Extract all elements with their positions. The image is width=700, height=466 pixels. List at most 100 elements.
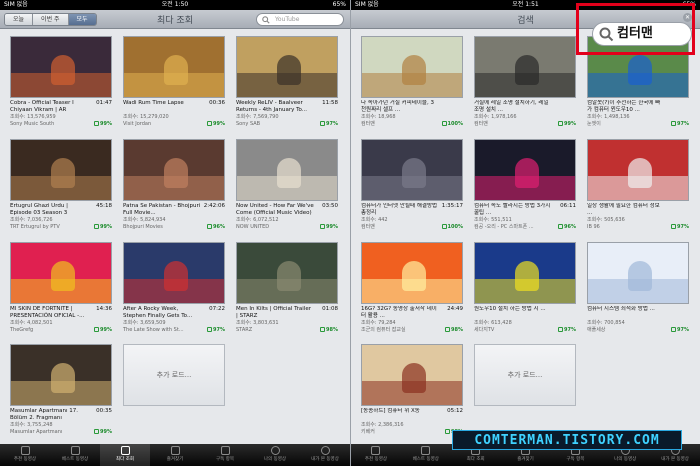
- video-card[interactable]: MI SKIN DE FORTNITE | PRESENTACIÓN OFICI…: [10, 242, 112, 333]
- video-card[interactable]: 일상 생활에 필요한 컴퓨터 정보 ... 조회수: 505,636 IB 96 97…: [587, 139, 689, 230]
- video-card[interactable]: 다 속아가던 거실 커피테이블, 3천원짜리 셀프 ... 조회수: 18,968…: [361, 36, 463, 127]
- tab-favorites[interactable]: 즐겨찾기: [150, 444, 200, 466]
- tab-label: 내가 본 동영상: [311, 457, 339, 462]
- video-card[interactable]: Now United - How Far We've Come (Officia…: [236, 139, 338, 230]
- tab-label: 추천 동영상: [364, 457, 387, 462]
- video-card[interactable]: Weekly ReLIV - Baalveer Returns - 4th Ja…: [236, 36, 338, 127]
- video-title: 다 속아가던 거실 커피테이블, 3천원짜리 셀프 ...: [361, 100, 434, 113]
- video-card[interactable]: Men In Kilts | Official Trailer | STARZ 0…: [236, 242, 338, 333]
- video-title: 컴알못(?)이 추천하는 한국에 빠가 컴퓨터 윈도우10 ...: [587, 100, 661, 113]
- thumbs-up-icon: [207, 223, 213, 229]
- video-thumbnail[interactable]: [236, 242, 338, 304]
- video-thumbnail[interactable]: [236, 36, 338, 98]
- video-thumbnail[interactable]: [10, 344, 112, 406]
- title-row: Patna Se Pakistan - Bhojpuri Full Movie.…: [123, 203, 225, 217]
- video-card[interactable]: Ertugrul Ghazi Urdu | Episode 03 Season …: [10, 139, 112, 230]
- thumbs-up-icon: [558, 326, 564, 332]
- tab-label: 베스트 동영상: [61, 457, 89, 462]
- video-title: 거실에 레일 조명 설치하기, 레일 조명 설치 ...: [474, 100, 549, 113]
- video-card[interactable]: 컴퓨터 속도 빨라지는 방법 3가지 꿀팁 ... 06:11 조회수: 551,5…: [474, 139, 576, 230]
- video-thumbnail[interactable]: [587, 242, 689, 304]
- video-thumbnail[interactable]: [361, 139, 463, 201]
- video-thumbnail[interactable]: [123, 36, 225, 98]
- video-thumbnail[interactable]: [123, 139, 225, 201]
- rating-value: 96%: [213, 223, 225, 230]
- like-rating: 96%: [558, 223, 576, 231]
- video-meta: 조회수: 4,082,501 TheGrefg 99%: [10, 320, 112, 333]
- video-card[interactable]: 컴퓨터가 인터넷 안될때 해결방법 총정리 1:35:17 조회수: 442 컴터맨 1…: [361, 139, 463, 230]
- video-card[interactable]: Cobra - Official Teaser I Chiyaan Vikram…: [10, 36, 112, 127]
- video-card[interactable]: 거실에 레일 조명 설치하기, 레일 조명 설치 ... 조회수: 1,978,1…: [474, 36, 576, 127]
- title-row: Now United - How Far We've Come (Officia…: [236, 203, 338, 217]
- video-meta: 조회수: 3,755,248 Masumlar Apartmanı 99%: [10, 422, 112, 435]
- video-meta: 조회수: 7,036,726 TRT Ertugrul by PTV 99%: [10, 217, 112, 230]
- like-rating: 99%: [94, 326, 112, 334]
- tab-top-rated[interactable]: 베스트 동영상: [401, 444, 451, 466]
- title-row: 컴퓨터 속도 빨라지는 방법 3가지 꿀팁 ... 06:11: [474, 203, 576, 217]
- battery-level: 65%: [332, 1, 346, 8]
- video-card[interactable]: 컴퓨터 시스템 최적화 방법 ... 조회수: 700,854 애플세상 97%: [587, 242, 689, 333]
- tab-featured[interactable]: 추천 동영상: [351, 444, 401, 466]
- video-thumbnail[interactable]: [10, 36, 112, 98]
- video-thumbnail[interactable]: [361, 242, 463, 304]
- thumbs-up-icon: [320, 326, 326, 332]
- video-card[interactable]: Wadi Rum Time Lapse 00:36 조회수: 15,279,020 V…: [123, 36, 225, 127]
- thumbnail-figure: [164, 261, 188, 291]
- video-thumbnail[interactable]: [361, 36, 463, 98]
- video-meta: 조회수: 79,284 조군의 컴퓨터 잡교실 98%: [361, 320, 463, 333]
- tab-featured[interactable]: 추천 동영상: [0, 444, 50, 466]
- video-duration: 01:47: [96, 100, 112, 106]
- like-rating: 99%: [558, 120, 576, 128]
- video-duration: 07:22: [209, 306, 225, 312]
- video-thumbnail[interactable]: [474, 36, 576, 98]
- tab-history[interactable]: 내가 본 동영상: [300, 444, 350, 466]
- video-thumbnail[interactable]: [474, 242, 576, 304]
- video-duration: 00:36: [209, 100, 225, 106]
- thumbnail-figure: [51, 55, 75, 85]
- video-thumbnail[interactable]: [10, 242, 112, 304]
- video-thumbnail[interactable]: [361, 344, 463, 406]
- tab-top-rated[interactable]: 베스트 동영상: [50, 444, 100, 466]
- rating-value: 97%: [213, 326, 225, 333]
- like-rating: 97%: [558, 326, 576, 334]
- thumbs-up-icon: [320, 223, 326, 229]
- video-card[interactable]: Masumlar Apartmanı 17. Bölüm 2. Fragmanı…: [10, 344, 112, 435]
- video-meta: 조회수: 613,428 세다지TV 97%: [474, 320, 576, 333]
- video-thumbnail[interactable]: [236, 139, 338, 201]
- title-row: [동종하트] 컴퓨터 위 X동 05:12: [361, 408, 463, 422]
- video-card[interactable]: After A Rocky Week, Stephen Finally Gets…: [123, 242, 225, 333]
- tab-label: 베스트 동영상: [412, 457, 439, 462]
- rating-value: 100%: [447, 223, 463, 230]
- tab-subscriptions[interactable]: 구독 항목: [200, 444, 250, 466]
- rss-icon: [220, 446, 230, 455]
- video-thumbnail[interactable]: [474, 139, 576, 201]
- load-more-button[interactable]: 추가 로드...: [123, 344, 225, 406]
- thumbnail-figure: [402, 158, 426, 188]
- load-more-button[interactable]: 추가 로드...: [474, 344, 576, 406]
- rating-value: 99%: [100, 120, 112, 127]
- video-card[interactable]: [동종하트] 컴퓨터 위 X동05:12조회수: 2,386,316키베커98%: [361, 344, 463, 435]
- video-card[interactable]: 원도우10 설치 하는 방법 지 ... 조회수: 613,428 세다지TV 97%: [474, 242, 576, 333]
- thumbs-up-icon: [445, 428, 451, 434]
- search-field[interactable]: YouTube: [256, 13, 344, 26]
- tab-most-viewed[interactable]: 최다 조회: [100, 444, 150, 466]
- thumbnail-figure: [51, 363, 75, 393]
- thumbs-up-icon: [441, 120, 447, 126]
- rating-value: 97%: [677, 223, 689, 230]
- video-thumbnail[interactable]: [123, 242, 225, 304]
- video-thumbnail[interactable]: [10, 139, 112, 201]
- like-rating: 99%: [94, 428, 112, 436]
- tab-label: 구독 항목: [566, 457, 585, 462]
- search-placeholder: YouTube: [275, 16, 300, 23]
- video-card[interactable]: 16G? 32G? 동영상 출저작 데이터 활용 ... 24:49 조회수: 79…: [361, 242, 463, 333]
- rating-value: 97%: [326, 120, 338, 127]
- tab-label: 최다 조회: [466, 457, 485, 462]
- like-rating: 99%: [94, 120, 112, 128]
- title-row: 컴퓨터가 인터넷 안될때 해결방법 총정리 1:35:17: [361, 203, 463, 217]
- video-card[interactable]: Patna Se Pakistan - Bhojpuri Full Movie.…: [123, 139, 225, 230]
- video-thumbnail[interactable]: [587, 139, 689, 201]
- video-duration: 2:42:06: [203, 203, 225, 209]
- thumbnail-figure: [277, 55, 301, 85]
- tab-my-videos[interactable]: 나의 동영상: [250, 444, 300, 466]
- rating-value: 99%: [100, 223, 112, 230]
